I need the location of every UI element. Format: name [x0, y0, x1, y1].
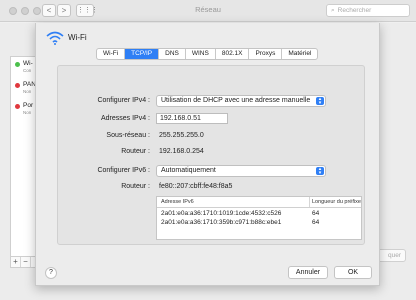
- router-ipv6-label: Routeur :: [121, 183, 150, 190]
- status-dot-icon: [15, 83, 20, 88]
- configure-ipv4-value: Utilisation de DHCP avec une adresse man…: [161, 97, 311, 104]
- configure-ipv6-value: Automatiquement: [161, 167, 216, 174]
- service-status: Non: [23, 110, 32, 115]
- tab-bar: Wi-Fi TCP/IP DNS WINS 802.1X Proxys Maté…: [96, 48, 319, 60]
- column-header-address[interactable]: Adresse IPv6: [161, 197, 194, 207]
- ipv6-address-table[interactable]: Adresse IPv6 Longueur du préfixe 2a01:e0…: [156, 196, 362, 240]
- service-name: PAN: [23, 81, 36, 88]
- help-button[interactable]: ?: [45, 267, 57, 279]
- wifi-icon: [46, 31, 64, 45]
- tab-wins[interactable]: WINS: [186, 49, 216, 59]
- service-status: Con: [23, 68, 32, 73]
- table-row[interactable]: 2a01:e0a:a36:1710:1019:1cde:4532:c526 64: [157, 209, 376, 218]
- configure-ipv6-label: Configurer IPv6 :: [97, 167, 150, 174]
- configure-ipv4-label: Configurer IPv4 :: [97, 97, 150, 104]
- column-header-prefix[interactable]: Longueur du préfixe: [309, 197, 361, 207]
- ipv4-address-label: Adresses IPv4 :: [100, 115, 150, 122]
- tab-8021x[interactable]: 802.1X: [216, 49, 250, 59]
- prefix-length-cell: 64: [312, 219, 320, 226]
- ipv6-address-cell: 2a01:e0a:a36:1710:359b:c971:b88c:ebe1: [161, 219, 282, 226]
- cancel-button[interactable]: Annuler: [288, 266, 328, 279]
- tcpip-panel: Configurer IPv4 : Utilisation de DHCP av…: [57, 65, 365, 245]
- tab-dns[interactable]: DNS: [159, 49, 186, 59]
- add-service-button[interactable]: +: [11, 257, 21, 267]
- status-dot-icon: [15, 62, 20, 67]
- window-titlebar: < > ⋮⋮⋮ Réseau ⌕ Rechercher: [0, 0, 416, 22]
- ipv4-address-field[interactable]: 192.168.0.51: [156, 113, 228, 124]
- popup-arrows-icon: ▴ ▾: [316, 167, 324, 176]
- prefix-length-cell: 64: [312, 210, 320, 217]
- status-dot-icon: [15, 104, 20, 109]
- tab-proxys[interactable]: Proxys: [249, 49, 283, 59]
- tab-materiel[interactable]: Matériel: [282, 49, 317, 59]
- router-ipv4-label: Routeur :: [121, 148, 150, 155]
- service-status: Non: [23, 89, 32, 94]
- search-input[interactable]: ⌕ Rechercher: [326, 4, 410, 17]
- configure-ipv4-popup[interactable]: Utilisation de DHCP avec une adresse man…: [156, 95, 326, 107]
- sheet-title: Wi-Fi: [68, 33, 87, 42]
- ipv6-address-cell: 2a01:e0a:a36:1710:1019:1cde:4532:c526: [161, 210, 282, 217]
- ok-button[interactable]: OK: [334, 266, 372, 279]
- table-row[interactable]: 2a01:e0a:a36:1710:359b:c971:b88c:ebe1 64: [157, 218, 376, 227]
- service-name: Por: [23, 102, 34, 109]
- tab-wifi[interactable]: Wi-Fi: [97, 49, 126, 59]
- search-placeholder: Rechercher: [337, 7, 372, 14]
- advanced-sheet: Wi-Fi Wi-Fi TCP/IP DNS WINS 802.1X Proxy…: [35, 23, 380, 286]
- service-name: Wi-: [23, 60, 33, 67]
- subnet-value: 255.255.255.0: [159, 132, 204, 139]
- router-ipv6-value: fe80::207:cbff:fe48:f8a5: [159, 183, 233, 190]
- popup-arrows-icon: ▴ ▾: [316, 97, 324, 106]
- subnet-label: Sous-réseau :: [106, 132, 150, 139]
- configure-ipv6-popup[interactable]: Automatiquement ▴ ▾: [156, 165, 326, 177]
- router-ipv4-value: 192.168.0.254: [159, 148, 204, 155]
- table-header: Adresse IPv6 Longueur du préfixe: [157, 197, 361, 208]
- remove-service-button[interactable]: −: [21, 257, 31, 267]
- tab-tcpip[interactable]: TCP/IP: [125, 49, 160, 59]
- search-icon: ⌕: [331, 7, 335, 14]
